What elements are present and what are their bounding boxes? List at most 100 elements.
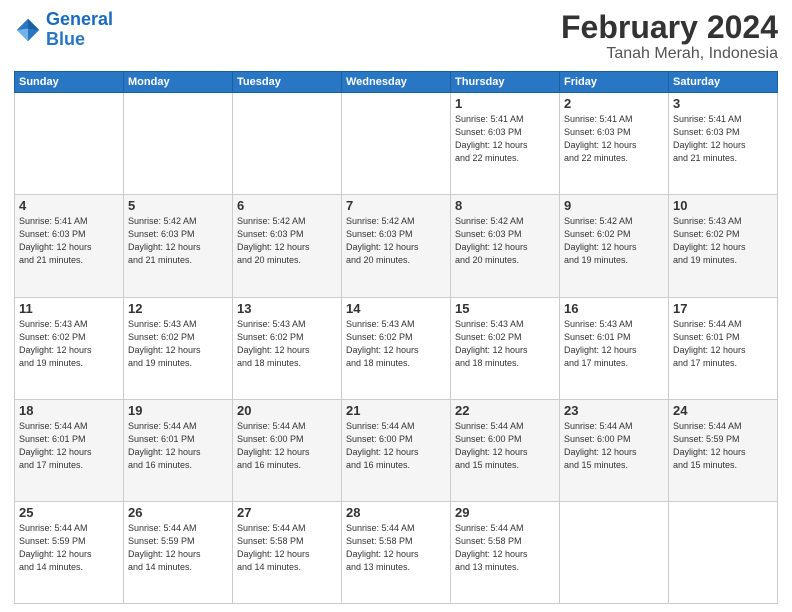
table-row: 6 Sunrise: 5:42 AM Sunset: 6:03 PM Daylig… <box>233 195 342 297</box>
calendar-week-row: 25 Sunrise: 5:44 AM Sunset: 5:59 PM Dayli… <box>15 501 778 603</box>
col-tuesday: Tuesday <box>233 72 342 93</box>
table-row: 12 Sunrise: 5:43 AM Sunset: 6:02 PM Dayli… <box>124 297 233 399</box>
day-info: Sunrise: 5:44 AM Sunset: 5:59 PM Dayligh… <box>128 522 228 574</box>
calendar-header-row: Sunday Monday Tuesday Wednesday Thursday… <box>15 72 778 93</box>
table-row <box>233 93 342 195</box>
col-friday: Friday <box>560 72 669 93</box>
table-row: 18 Sunrise: 5:44 AM Sunset: 6:01 PM Dayli… <box>15 399 124 501</box>
table-row: 29 Sunrise: 5:44 AM Sunset: 5:58 PM Dayli… <box>451 501 560 603</box>
day-info: Sunrise: 5:41 AM Sunset: 6:03 PM Dayligh… <box>673 113 773 165</box>
table-row: 28 Sunrise: 5:44 AM Sunset: 5:58 PM Dayli… <box>342 501 451 603</box>
day-info: Sunrise: 5:41 AM Sunset: 6:03 PM Dayligh… <box>564 113 664 165</box>
col-saturday: Saturday <box>669 72 778 93</box>
table-row <box>342 93 451 195</box>
day-info: Sunrise: 5:41 AM Sunset: 6:03 PM Dayligh… <box>455 113 555 165</box>
page: General Blue February 2024 Tanah Merah, … <box>0 0 792 612</box>
table-row: 5Sunrise: 5:42 AM Sunset: 6:03 PM Daylig… <box>124 195 233 297</box>
day-info: Sunrise: 5:43 AM Sunset: 6:02 PM Dayligh… <box>19 318 119 370</box>
day-info: Sunrise: 5:44 AM Sunset: 5:58 PM Dayligh… <box>346 522 446 574</box>
table-row: 20 Sunrise: 5:44 AM Sunset: 6:00 PM Dayli… <box>233 399 342 501</box>
day-number: 13 <box>237 301 337 316</box>
logo: General Blue <box>14 10 113 50</box>
table-row: 26 Sunrise: 5:44 AM Sunset: 5:59 PM Dayli… <box>124 501 233 603</box>
sub-title: Tanah Merah, Indonesia <box>561 45 778 63</box>
day-number: 15 <box>455 301 555 316</box>
day-info: Sunrise: 5:41 AM Sunset: 6:03 PM Dayligh… <box>19 215 119 267</box>
day-info: Sunrise: 5:43 AM Sunset: 6:02 PM Dayligh… <box>346 318 446 370</box>
day-info: Sunrise: 5:44 AM Sunset: 5:58 PM Dayligh… <box>237 522 337 574</box>
main-title: February 2024 <box>561 10 778 45</box>
day-info: Sunrise: 5:44 AM Sunset: 6:00 PM Dayligh… <box>237 420 337 472</box>
day-number: 25 <box>19 505 119 520</box>
col-thursday: Thursday <box>451 72 560 93</box>
table-row: 22 Sunrise: 5:44 AM Sunset: 6:00 PM Dayli… <box>451 399 560 501</box>
table-row: 24Sunrise: 5:44 AM Sunset: 5:59 PM Dayli… <box>669 399 778 501</box>
table-row: 10 Sunrise: 5:43 AM Sunset: 6:02 PM Dayli… <box>669 195 778 297</box>
table-row <box>669 501 778 603</box>
day-info: Sunrise: 5:44 AM Sunset: 6:00 PM Dayligh… <box>346 420 446 472</box>
day-number: 4 <box>19 198 119 213</box>
day-number: 23 <box>564 403 664 418</box>
day-number: 6 <box>237 198 337 213</box>
day-info: Sunrise: 5:43 AM Sunset: 6:02 PM Dayligh… <box>673 215 773 267</box>
day-info: Sunrise: 5:43 AM Sunset: 6:02 PM Dayligh… <box>455 318 555 370</box>
day-number: 9 <box>564 198 664 213</box>
day-number: 22 <box>455 403 555 418</box>
calendar-week-row: 18 Sunrise: 5:44 AM Sunset: 6:01 PM Dayli… <box>15 399 778 501</box>
logo-text: General Blue <box>46 10 113 50</box>
day-info: Sunrise: 5:44 AM Sunset: 5:59 PM Dayligh… <box>19 522 119 574</box>
day-number: 14 <box>346 301 446 316</box>
day-info: Sunrise: 5:44 AM Sunset: 6:01 PM Dayligh… <box>673 318 773 370</box>
day-info: Sunrise: 5:44 AM Sunset: 6:01 PM Dayligh… <box>19 420 119 472</box>
day-info: Sunrise: 5:44 AM Sunset: 5:58 PM Dayligh… <box>455 522 555 574</box>
day-number: 8 <box>455 198 555 213</box>
table-row: 21Sunrise: 5:44 AM Sunset: 6:00 PM Dayli… <box>342 399 451 501</box>
table-row: 14 Sunrise: 5:43 AM Sunset: 6:02 PM Dayli… <box>342 297 451 399</box>
day-number: 12 <box>128 301 228 316</box>
day-number: 7 <box>346 198 446 213</box>
logo-line1: General <box>46 9 113 29</box>
day-number: 16 <box>564 301 664 316</box>
day-number: 10 <box>673 198 773 213</box>
day-info: Sunrise: 5:43 AM Sunset: 6:02 PM Dayligh… <box>128 318 228 370</box>
day-number: 19 <box>128 403 228 418</box>
table-row <box>124 93 233 195</box>
col-monday: Monday <box>124 72 233 93</box>
table-row: 16Sunrise: 5:43 AM Sunset: 6:01 PM Dayli… <box>560 297 669 399</box>
table-row: 4 Sunrise: 5:41 AM Sunset: 6:03 PM Daylig… <box>15 195 124 297</box>
calendar-table: Sunday Monday Tuesday Wednesday Thursday… <box>14 71 778 604</box>
logo-line2: Blue <box>46 29 85 49</box>
day-number: 2 <box>564 96 664 111</box>
table-row: 7 Sunrise: 5:42 AM Sunset: 6:03 PM Daylig… <box>342 195 451 297</box>
calendar-week-row: 4 Sunrise: 5:41 AM Sunset: 6:03 PM Daylig… <box>15 195 778 297</box>
day-number: 17 <box>673 301 773 316</box>
day-number: 3 <box>673 96 773 111</box>
day-info: Sunrise: 5:42 AM Sunset: 6:03 PM Dayligh… <box>237 215 337 267</box>
table-row: 2 Sunrise: 5:41 AM Sunset: 6:03 PM Daylig… <box>560 93 669 195</box>
table-row: 3 Sunrise: 5:41 AM Sunset: 6:03 PM Daylig… <box>669 93 778 195</box>
table-row: 19 Sunrise: 5:44 AM Sunset: 6:01 PM Dayli… <box>124 399 233 501</box>
title-block: February 2024 Tanah Merah, Indonesia <box>561 10 778 63</box>
day-number: 20 <box>237 403 337 418</box>
day-info: Sunrise: 5:43 AM Sunset: 6:02 PM Dayligh… <box>237 318 337 370</box>
col-wednesday: Wednesday <box>342 72 451 93</box>
table-row: 1 Sunrise: 5:41 AM Sunset: 6:03 PM Daylig… <box>451 93 560 195</box>
day-info: Sunrise: 5:44 AM Sunset: 6:01 PM Dayligh… <box>128 420 228 472</box>
day-number: 27 <box>237 505 337 520</box>
day-info: Sunrise: 5:44 AM Sunset: 5:59 PM Dayligh… <box>673 420 773 472</box>
day-number: 18 <box>19 403 119 418</box>
day-number: 1 <box>455 96 555 111</box>
table-row: 23Sunrise: 5:44 AM Sunset: 6:00 PM Dayli… <box>560 399 669 501</box>
day-number: 26 <box>128 505 228 520</box>
day-info: Sunrise: 5:42 AM Sunset: 6:03 PM Dayligh… <box>346 215 446 267</box>
table-row: 9Sunrise: 5:42 AM Sunset: 6:02 PM Daylig… <box>560 195 669 297</box>
day-info: Sunrise: 5:44 AM Sunset: 6:00 PM Dayligh… <box>455 420 555 472</box>
day-number: 29 <box>455 505 555 520</box>
table-row: 13 Sunrise: 5:43 AM Sunset: 6:02 PM Dayli… <box>233 297 342 399</box>
table-row: 15 Sunrise: 5:43 AM Sunset: 6:02 PM Dayli… <box>451 297 560 399</box>
table-row: 8Sunrise: 5:42 AM Sunset: 6:03 PM Daylig… <box>451 195 560 297</box>
calendar-week-row: 11 Sunrise: 5:43 AM Sunset: 6:02 PM Dayli… <box>15 297 778 399</box>
day-number: 11 <box>19 301 119 316</box>
header: General Blue February 2024 Tanah Merah, … <box>14 10 778 63</box>
day-number: 28 <box>346 505 446 520</box>
